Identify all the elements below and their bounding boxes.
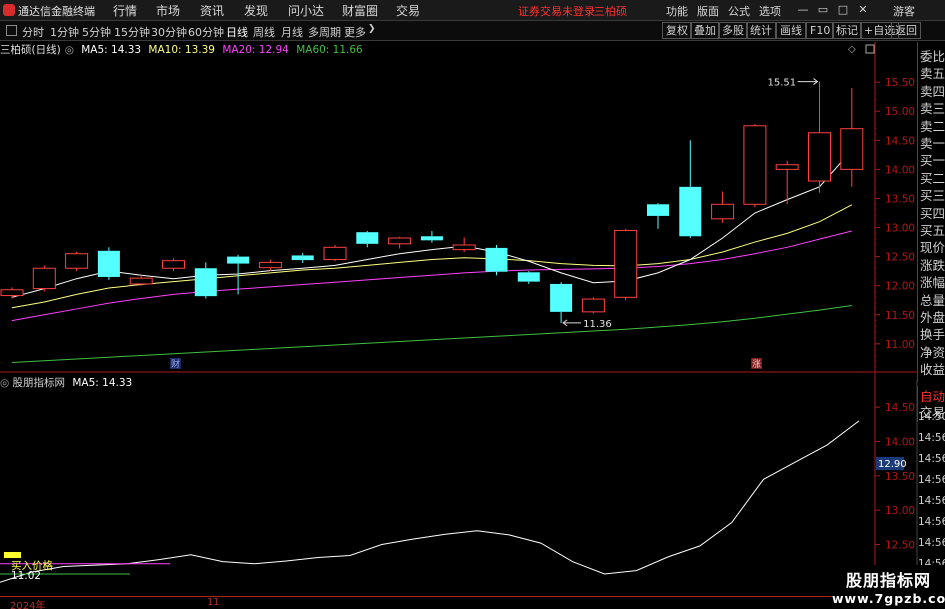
- candle-body-up: [775, 164, 799, 170]
- sidebar-item-6[interactable]: 买一: [920, 150, 945, 169]
- candle-body-down: [485, 247, 508, 272]
- candle-body-up: [65, 253, 89, 269]
- main-tick-label: 14.50: [885, 135, 915, 147]
- candle-body-up: [0, 289, 24, 297]
- sidebar-item-11[interactable]: 现价: [920, 237, 945, 256]
- sidebar-item-14[interactable]: 总量: [920, 290, 945, 309]
- sub-time-label: 14:56: [918, 537, 945, 549]
- candle-body-up: [452, 244, 476, 251]
- sub-time-label: 14:56: [918, 474, 945, 486]
- candle-body-up: [743, 125, 767, 205]
- sidebar-item-9[interactable]: 买四: [920, 203, 945, 222]
- candle-body-down: [517, 272, 540, 282]
- sidebar-item-4[interactable]: 卖二: [920, 116, 945, 135]
- sidebar-item-13[interactable]: 涨幅: [920, 272, 945, 291]
- candle-body-up: [162, 260, 185, 269]
- watermark-title: 股朋指标网: [845, 571, 931, 590]
- sidebar-item-2[interactable]: 卖四: [920, 81, 945, 100]
- sub-tick-label: 13.00: [885, 505, 915, 517]
- main-tick-label: 15.50: [885, 77, 915, 89]
- buy-price-value: 11.02: [11, 570, 41, 582]
- watermark: 股朋指标网 www.7gpzb.com: [832, 565, 945, 609]
- candle-body-down: [679, 186, 702, 237]
- diamond-icon: ◇: [848, 44, 856, 55]
- price-tag-text: 12.90: [878, 459, 907, 470]
- candle-body-up: [808, 132, 831, 182]
- sub-time-label: 14:56: [918, 516, 945, 528]
- main-tick-label: 15.00: [885, 106, 915, 118]
- candle-body-down: [194, 268, 217, 297]
- candle-body-down: [97, 250, 120, 277]
- sidebar-item-12[interactable]: 涨跌: [920, 255, 945, 274]
- high-label: 15.51: [768, 78, 797, 89]
- year-label: 2024年: [10, 601, 46, 609]
- candle-body-down: [291, 255, 314, 261]
- main-tick-label: 13.00: [885, 223, 915, 235]
- sidebar-item-17[interactable]: 净资: [920, 342, 945, 361]
- sub-time-label: 14:56: [918, 495, 945, 507]
- candle-body-up: [581, 298, 605, 313]
- sub-time-label: 14:56: [918, 432, 945, 444]
- candle-body-down: [550, 283, 573, 312]
- candle-body-up: [258, 261, 282, 269]
- ma20-line: [11, 230, 852, 322]
- sidebar-item-15[interactable]: 外盘: [920, 307, 945, 326]
- candle-body-up: [323, 246, 347, 261]
- candle-body-down: [420, 236, 443, 241]
- sidebar-item-16[interactable]: 换手: [920, 324, 945, 343]
- frame-icon: [865, 44, 875, 54]
- ma60-line: [11, 304, 852, 363]
- main-tick-label: 13.50: [885, 193, 915, 205]
- candle-body-down: [647, 204, 669, 216]
- indicator-line: [0, 420, 860, 583]
- quote-sidebar: 委比 卖五 卖四 卖三 卖二 卖一 买一 买二 买三 买四 买五 现价 涨跌 涨幅 总量 外盘 换手 净资 收益: [917, 42, 945, 382]
- main-tick-label: 12.00: [885, 281, 915, 293]
- rise-marker-label: 涨: [752, 359, 761, 370]
- kline-chart[interactable]: 15.5111.36财涨 买入价格11.02 15.5015.0014.5014…: [0, 0, 945, 609]
- candle-body-up: [388, 237, 412, 245]
- buy-marker: [4, 552, 21, 558]
- date-axis: 2024年 11: [0, 596, 875, 609]
- sidebar-item-18[interactable]: 收益: [920, 359, 945, 378]
- sub-tick-label: 14.00: [885, 437, 915, 449]
- finance-marker-label: 财: [171, 358, 180, 370]
- main-tick-label: 12.50: [885, 252, 915, 264]
- main-tick-label: 14.00: [885, 164, 915, 176]
- sub-sidebar-item-1[interactable]: 交易: [920, 402, 945, 421]
- sidebar-item-0[interactable]: 委比: [920, 46, 945, 65]
- candle-body-up: [129, 277, 153, 285]
- sidebar-item-10[interactable]: 买五: [920, 220, 945, 239]
- main-tick-label: 11.00: [885, 339, 915, 351]
- candle-body-up: [32, 267, 56, 290]
- ma10-line: [11, 204, 853, 309]
- sidebar-item-5[interactable]: 卖一: [920, 133, 945, 152]
- candle-body-up: [840, 128, 864, 170]
- candle-body-down: [227, 256, 250, 264]
- low-label: 11.36: [583, 319, 612, 330]
- sub-tick-label: 14.50: [885, 402, 915, 414]
- candle-body-up: [614, 229, 638, 298]
- sub-tick-label: 12.50: [885, 540, 915, 552]
- sidebar-item-8[interactable]: 买三: [920, 185, 945, 204]
- sub-time-label: 14:56: [918, 453, 945, 465]
- sub-sidebar: 自动 交易: [917, 386, 945, 422]
- sidebar-item-3[interactable]: 卖三: [920, 98, 945, 117]
- candle-body-up: [711, 203, 735, 220]
- sub-tick-label: 13.50: [885, 471, 915, 483]
- main-tick-label: 11.50: [885, 310, 915, 322]
- watermark-url: www.7gpzb.com: [832, 591, 945, 606]
- month-label: 11: [207, 597, 220, 608]
- sidebar-item-1[interactable]: 卖五: [920, 63, 945, 82]
- candle-body-down: [356, 232, 379, 244]
- sidebar-item-7[interactable]: 买二: [920, 168, 945, 187]
